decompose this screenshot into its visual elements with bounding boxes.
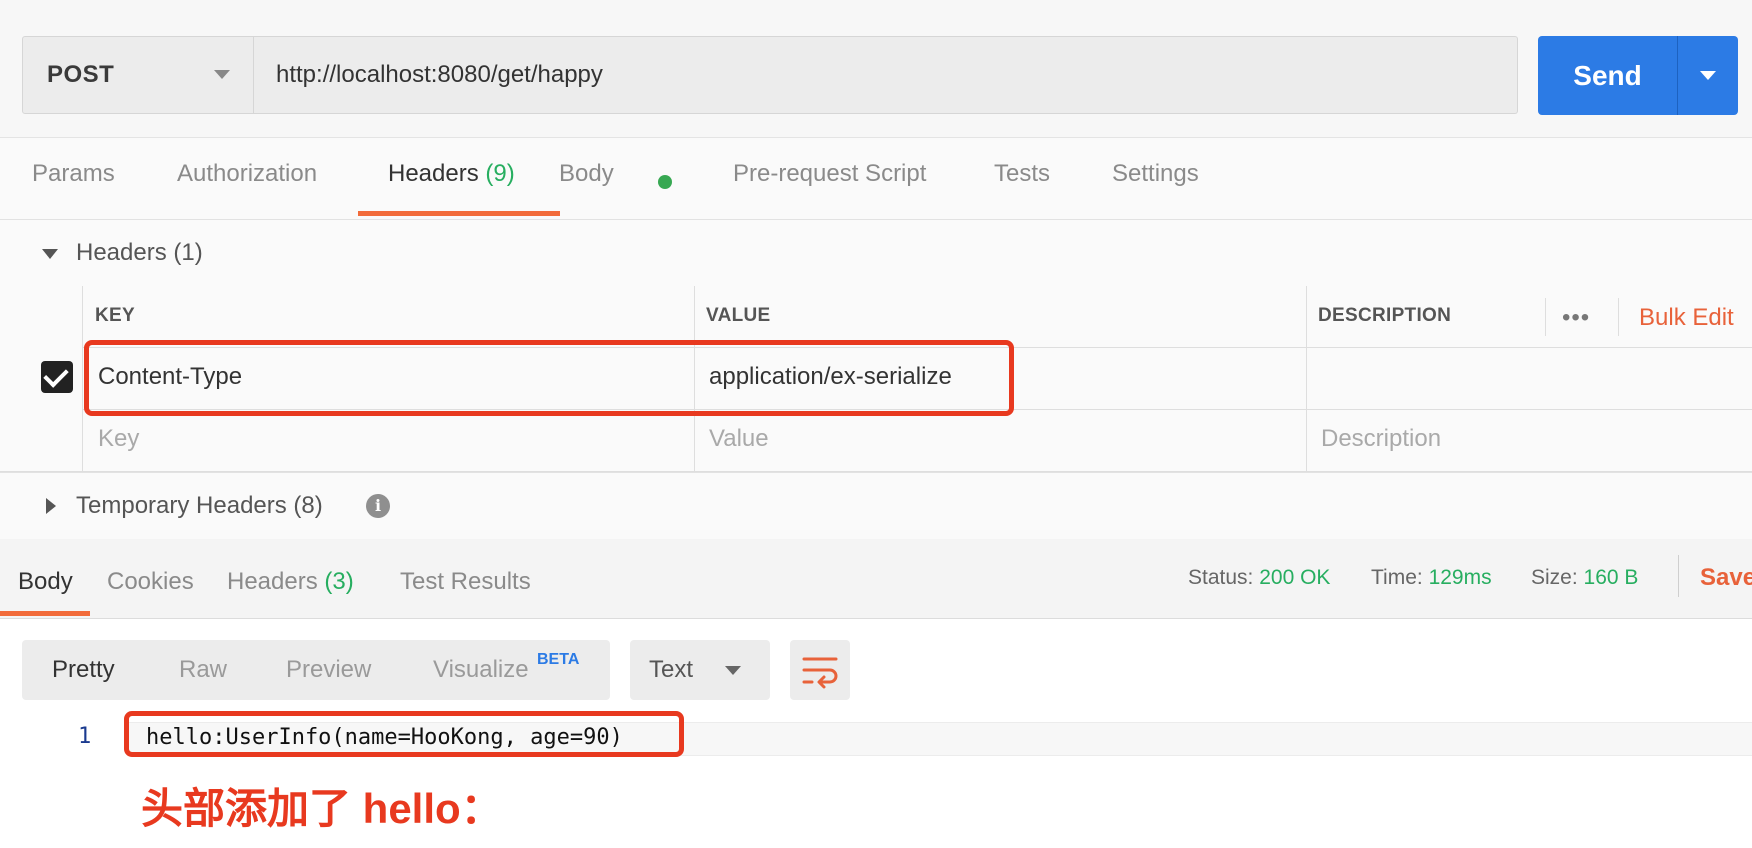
status-readout: Status: 200 OK	[1188, 566, 1330, 590]
tab-settings[interactable]: Settings	[1112, 160, 1199, 188]
url-value: http://localhost:8080/get/happy	[276, 61, 603, 88]
temporary-headers-label: Temporary Headers	[76, 492, 287, 519]
top-strip	[0, 0, 1752, 16]
tab-headers-count: (9)	[485, 160, 515, 187]
response-tab-headers-label[interactable]: Headers	[227, 568, 318, 595]
wrap-lines-icon	[802, 657, 838, 689]
time-label: Time:	[1371, 566, 1423, 589]
method-select[interactable]: POST	[22, 36, 254, 114]
response-tab-test-results[interactable]: Test Results	[400, 568, 531, 596]
bulk-edit-link[interactable]: Bulk Edit	[1639, 304, 1734, 332]
tab-authorization[interactable]: Authorization	[177, 160, 317, 188]
wrap-lines-button[interactable]	[790, 640, 850, 700]
status-value[interactable]: 200 OK	[1259, 566, 1330, 589]
chevron-down-icon	[725, 666, 741, 675]
column-header-description: DESCRIPTION	[1318, 305, 1452, 326]
view-mode-preview[interactable]: Preview	[286, 656, 371, 684]
collapse-caret-icon[interactable]	[42, 249, 58, 259]
size-value[interactable]: 160 B	[1584, 566, 1639, 589]
active-tab-underline	[358, 211, 560, 216]
size-readout: Size: 160 B	[1531, 566, 1638, 590]
headers-section-header[interactable]	[0, 220, 1752, 287]
tab-headers[interactable]: Headers (9)	[388, 160, 515, 188]
table-divider	[1618, 298, 1619, 336]
new-description-input[interactable]: Description	[1321, 425, 1441, 453]
tab-params[interactable]: Params	[32, 160, 115, 188]
headers-title-count: (1)	[173, 239, 203, 266]
tab-headers-label: Headers	[388, 160, 479, 187]
annotation-box-body	[124, 711, 684, 757]
tab-tests[interactable]: Tests	[994, 160, 1050, 188]
active-response-tab-underline	[0, 611, 90, 616]
response-tab-cookies[interactable]: Cookies	[107, 568, 194, 596]
meta-divider	[1678, 555, 1679, 597]
column-header-key: KEY	[95, 305, 135, 326]
response-tab-body[interactable]: Body	[18, 568, 73, 596]
new-value-input[interactable]: Value	[709, 425, 769, 453]
chevron-down-icon	[214, 70, 230, 79]
line-number: 1	[78, 724, 92, 749]
table-divider	[1306, 286, 1307, 472]
beta-badge: BETA	[537, 651, 580, 668]
status-label: Status:	[1188, 566, 1254, 589]
checkmark-icon	[43, 362, 69, 388]
table-divider	[1545, 298, 1546, 336]
view-mode-visualize[interactable]: Visualize	[433, 656, 529, 684]
response-tab-headers-count: (3)	[324, 568, 354, 595]
temporary-headers-count: (8)	[293, 492, 323, 519]
expand-caret-icon[interactable]	[46, 498, 56, 514]
annotation-box-header	[84, 340, 1014, 416]
time-value[interactable]: 129ms	[1429, 566, 1492, 589]
send-options-button[interactable]	[1677, 36, 1738, 115]
response-tab-headers: Headers (3)	[227, 568, 354, 596]
save-response-button[interactable]: Save	[1700, 564, 1752, 592]
view-mode-pretty[interactable]: Pretty	[52, 656, 115, 684]
chevron-down-icon	[1700, 71, 1716, 80]
tab-pre-request-script[interactable]: Pre-request Script	[733, 160, 926, 188]
more-options-icon[interactable]: •••	[1562, 304, 1590, 332]
format-select-value: Text	[649, 656, 694, 683]
tab-body[interactable]: Body	[559, 160, 614, 188]
info-icon[interactable]: i	[366, 494, 390, 518]
body-indicator-dot	[658, 175, 672, 189]
format-select[interactable]: Text	[630, 640, 770, 700]
method-label: POST	[47, 61, 115, 88]
send-button[interactable]: Send	[1538, 36, 1677, 115]
time-readout: Time: 129ms	[1371, 566, 1492, 590]
column-header-value: VALUE	[706, 305, 771, 326]
size-label: Size:	[1531, 566, 1578, 589]
headers-section-title: Headers (1)	[76, 239, 203, 267]
new-key-input[interactable]: Key	[98, 425, 139, 453]
temporary-headers-title: Temporary Headers (8)	[76, 492, 323, 520]
view-mode-raw[interactable]: Raw	[179, 656, 227, 684]
url-input[interactable]: http://localhost:8080/get/happy	[254, 36, 1518, 114]
annotation-text: 头部添加了 hello：	[141, 785, 503, 832]
header-enabled-checkbox[interactable]	[41, 361, 73, 393]
table-divider	[82, 286, 83, 472]
headers-title-label: Headers	[76, 239, 167, 266]
